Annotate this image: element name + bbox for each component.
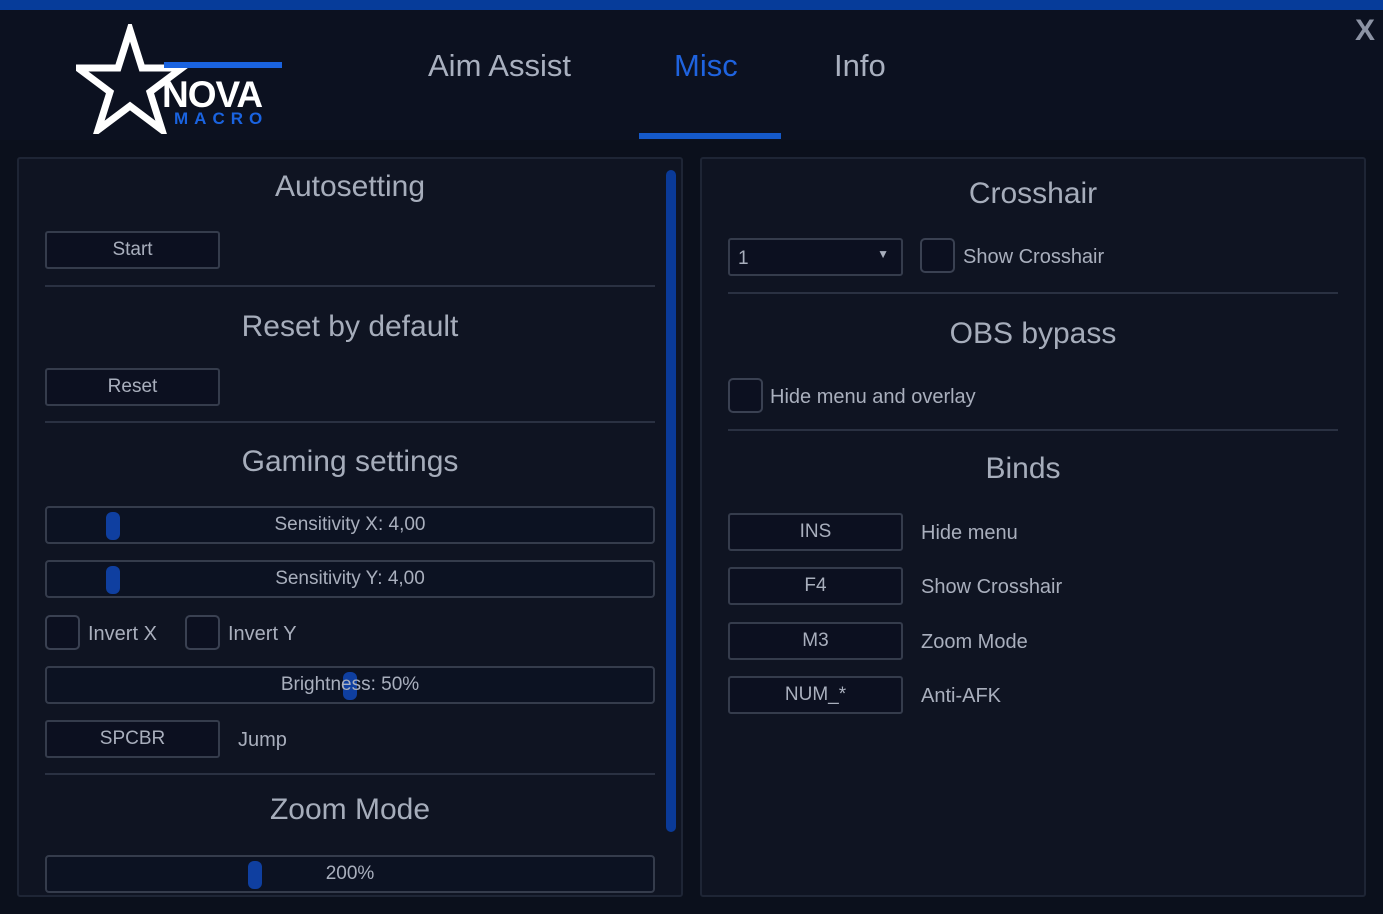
crosshair-select-value: 1 bbox=[738, 248, 749, 269]
logo: NOVA MACRO bbox=[76, 24, 286, 134]
reset-button[interactable]: Reset bbox=[45, 368, 220, 406]
zoom-label: 200% bbox=[325, 863, 375, 884]
binds-heading: Binds bbox=[985, 452, 1061, 485]
hide-menu-overlay-checkbox[interactable] bbox=[728, 378, 763, 413]
start-button[interactable]: Start bbox=[45, 231, 220, 269]
invert-x-checkbox[interactable] bbox=[45, 615, 80, 650]
jump-key-button[interactable]: SPCBR bbox=[45, 720, 220, 758]
tab-misc[interactable]: Misc bbox=[674, 48, 738, 84]
sensitivity-y-slider[interactable]: Sensitivity Y: 4,00 bbox=[45, 560, 655, 598]
bind-action-show-crosshair: Show Crosshair bbox=[921, 576, 1063, 598]
zoom-mode-heading: Zoom Mode bbox=[269, 793, 431, 826]
active-tab-indicator bbox=[639, 133, 781, 139]
left-panel-scrollbar[interactable] bbox=[666, 170, 676, 832]
sensitivity-x-label: Sensitivity X: 4,00 bbox=[274, 514, 426, 535]
tab-aim-assist[interactable]: Aim Assist bbox=[428, 48, 571, 84]
zoom-slider[interactable]: 200% bbox=[45, 855, 655, 893]
bind-key-f4[interactable]: F4 bbox=[728, 567, 903, 605]
bind-key-m3[interactable]: M3 bbox=[728, 622, 903, 660]
bind-action-zoom-mode: Zoom Mode bbox=[921, 631, 1028, 653]
invert-y-label: Invert Y bbox=[228, 623, 297, 645]
logo-subtitle: MACRO bbox=[174, 109, 269, 128]
divider bbox=[728, 429, 1338, 431]
divider bbox=[728, 292, 1338, 294]
invert-x-label: Invert X bbox=[88, 623, 157, 645]
invert-y-checkbox[interactable] bbox=[185, 615, 220, 650]
bind-action-anti-afk: Anti-AFK bbox=[921, 685, 1002, 707]
bind-key-num-star[interactable]: NUM_* bbox=[728, 676, 903, 714]
autosetting-heading: Autosetting bbox=[274, 170, 426, 203]
top-accent-bar bbox=[0, 0, 1383, 10]
reset-heading: Reset by default bbox=[241, 310, 459, 343]
chevron-down-icon: ▼ bbox=[877, 247, 889, 261]
obs-bypass-heading: OBS bypass bbox=[949, 317, 1117, 350]
show-crosshair-checkbox[interactable] bbox=[920, 238, 955, 273]
divider bbox=[45, 285, 655, 287]
gaming-settings-heading: Gaming settings bbox=[241, 445, 459, 478]
divider bbox=[45, 421, 655, 423]
sensitivity-y-label: Sensitivity Y: 4,00 bbox=[275, 568, 425, 589]
crosshair-select[interactable]: 1 ▼ bbox=[728, 238, 903, 276]
brightness-slider[interactable]: Brightness: 50% bbox=[45, 666, 655, 704]
crosshair-heading: Crosshair bbox=[968, 177, 1098, 210]
bind-action-hide-menu: Hide menu bbox=[921, 522, 1018, 544]
tab-info[interactable]: Info bbox=[834, 48, 886, 84]
jump-label: Jump bbox=[238, 729, 287, 751]
sensitivity-x-slider[interactable]: Sensitivity X: 4,00 bbox=[45, 506, 655, 544]
show-crosshair-label: Show Crosshair bbox=[963, 246, 1105, 268]
brightness-label: Brightness: 50% bbox=[280, 674, 420, 695]
hide-menu-overlay-label: Hide menu and overlay bbox=[770, 386, 976, 408]
bind-key-ins[interactable]: INS bbox=[728, 513, 903, 551]
close-button[interactable]: X bbox=[1355, 14, 1375, 48]
divider bbox=[45, 773, 655, 775]
